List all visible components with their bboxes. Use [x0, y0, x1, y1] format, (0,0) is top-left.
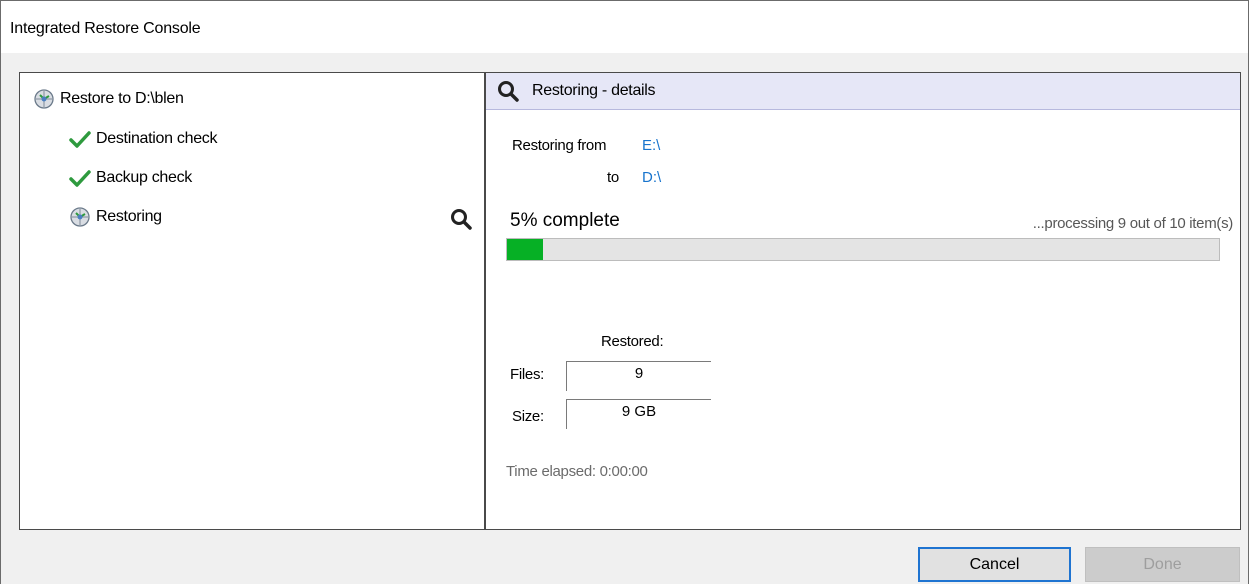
cancel-button[interactable]: Cancel: [918, 547, 1071, 582]
restore-gear-icon: [70, 207, 90, 227]
magnifier-icon[interactable]: [449, 207, 473, 231]
restoring-to-label: to: [607, 169, 619, 186]
details-header: Restoring - details: [486, 73, 1240, 110]
restore-console-window: Integrated Restore Console Restore to D:…: [0, 0, 1249, 584]
tree-item-label: Backup check: [96, 169, 193, 186]
size-label: Size:: [512, 408, 544, 425]
source-path: E:\: [642, 137, 661, 154]
step-tree: Restore to D:\blen Destination check Bac…: [20, 73, 486, 529]
tree-item-restoring[interactable]: Restoring: [68, 204, 162, 230]
details-pane: Restoring - details Restoring from E:\ t…: [486, 73, 1240, 529]
files-label: Files:: [510, 366, 545, 383]
checkmark-icon: [69, 170, 91, 187]
files-count-field: 9: [566, 361, 711, 391]
time-elapsed: Time elapsed: 0:00:00: [506, 463, 648, 480]
content-frame: Restore to D:\blen Destination check Bac…: [19, 72, 1241, 530]
tree-item-label: Restore to D:\blen: [60, 90, 184, 107]
tree-item-restore-root[interactable]: Restore to D:\blen: [32, 86, 184, 112]
size-field: 9 GB: [566, 399, 711, 429]
tree-item-label: Destination check: [96, 130, 218, 147]
processing-status: ...processing 9 out of 10 item(s): [1032, 215, 1234, 232]
magnifier-icon: [498, 81, 519, 102]
restoring-from-label: Restoring from: [512, 137, 607, 154]
tree-item-backup-check[interactable]: Backup check: [68, 165, 192, 191]
destination-path: D:\: [642, 169, 662, 186]
checkmark-icon: [69, 131, 91, 148]
done-button[interactable]: Done: [1085, 547, 1240, 582]
progress-fill: [507, 239, 543, 260]
tree-item-destination-check[interactable]: Destination check: [68, 126, 218, 152]
details-title: Restoring - details: [532, 82, 656, 99]
tree-item-label: Restoring: [96, 208, 162, 225]
restore-gear-icon: [34, 89, 54, 109]
restore-progress-bar: [506, 238, 1220, 261]
title-bar: Integrated Restore Console: [1, 1, 1248, 53]
restored-heading: Restored:: [601, 333, 664, 350]
percent-complete: 5% complete: [510, 210, 620, 231]
window-title: Integrated Restore Console: [10, 20, 201, 37]
